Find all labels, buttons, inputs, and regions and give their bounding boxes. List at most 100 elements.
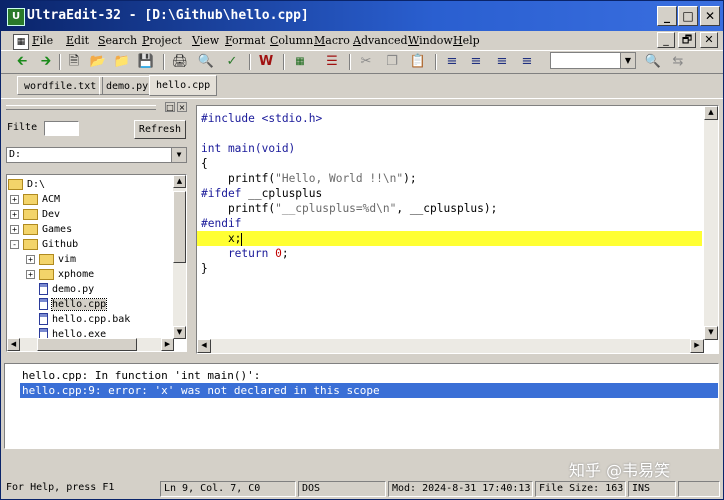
tree-folder[interactable]: - Github: [10, 237, 78, 252]
menu-column[interactable]: Column: [270, 34, 313, 47]
menu-help[interactable]: Help: [453, 34, 480, 47]
tree-file[interactable]: demo.py: [39, 282, 94, 297]
menu-edit[interactable]: Edit: [66, 34, 89, 47]
output-line-error[interactable]: hello.cpp:9: error: 'x' was not declared…: [20, 383, 718, 398]
replace-icon[interactable]: ⇆: [669, 53, 687, 71]
expand-icon[interactable]: +: [10, 224, 19, 234]
tab-wordfile[interactable]: wordfile.txt: [17, 76, 104, 95]
title-bar[interactable]: U UltraEdit-32 - [D:\Github\hello.cpp] _…: [1, 1, 723, 31]
editor-vertical-scrollbar[interactable]: ▲ ▼: [704, 106, 718, 340]
output-window[interactable]: hello.cpp: In function 'int main()': hel…: [4, 363, 719, 449]
tree-horizontal-scrollbar[interactable]: ◀ ▶: [7, 338, 174, 351]
document-icon[interactable]: ▦: [13, 34, 29, 50]
tree-folder[interactable]: + ACM: [10, 192, 60, 207]
find-icon[interactable]: 🔍: [644, 53, 662, 71]
drive-select[interactable]: D: ▼: [6, 147, 187, 163]
code-line[interactable]: #include <stdio.h>: [201, 111, 322, 126]
scroll-thumb[interactable]: [173, 191, 186, 263]
code-line[interactable]: }: [201, 261, 208, 276]
menu-file[interactable]: File: [32, 34, 53, 47]
folder-icon: [23, 193, 38, 205]
expand-icon[interactable]: +: [26, 269, 35, 279]
tree-folder[interactable]: + Games: [10, 222, 72, 237]
code-line[interactable]: #endif: [201, 216, 241, 231]
chevron-down-icon[interactable]: ▼: [620, 53, 635, 68]
expand-icon[interactable]: +: [10, 209, 19, 219]
justify-icon[interactable]: ≡: [518, 53, 536, 71]
search-combo[interactable]: ▼: [550, 52, 636, 69]
print-preview-icon[interactable]: 🔍: [197, 53, 215, 71]
paste-icon[interactable]: 📋: [409, 53, 427, 71]
code-line[interactable]: {: [201, 156, 208, 171]
code-token: x;: [201, 232, 242, 245]
open-file-icon[interactable]: 📁: [113, 53, 131, 71]
mdi-restore-button[interactable]: 🗗: [678, 32, 696, 48]
word-wrap-icon[interactable]: W: [257, 53, 275, 71]
code-line[interactable]: x;: [201, 231, 243, 246]
align-right-icon[interactable]: ≡: [493, 53, 511, 71]
editor-horizontal-scrollbar[interactable]: ◀ ▶: [197, 339, 704, 353]
code-line[interactable]: printf("Hello, World !!\n");: [201, 171, 417, 186]
panel-close-icon[interactable]: ×: [177, 102, 187, 112]
save-icon[interactable]: 💾: [137, 53, 155, 71]
arrow-forward-icon[interactable]: 🡲: [37, 53, 55, 71]
scroll-down-icon[interactable]: ▼: [173, 326, 186, 339]
scroll-left-icon[interactable]: ◀: [7, 338, 20, 351]
filter-input[interactable]: [44, 121, 79, 136]
code-line[interactable]: #ifdef __cplusplus: [201, 186, 322, 201]
scroll-left-icon[interactable]: ◀: [197, 339, 211, 353]
menu-advanced[interactable]: Advanced: [353, 34, 408, 47]
scroll-right-icon[interactable]: ▶: [161, 338, 174, 351]
expand-icon[interactable]: +: [26, 254, 35, 264]
tree-folder[interactable]: D:\: [8, 177, 45, 192]
tree-file[interactable]: hello.cpp.bak: [39, 312, 130, 327]
expand-icon[interactable]: +: [10, 194, 19, 204]
menu-window[interactable]: Window: [408, 34, 453, 47]
spell-check-icon[interactable]: ✓: [223, 53, 241, 71]
menu-view[interactable]: View: [192, 34, 219, 47]
tab-hello-cpp[interactable]: hello.cpp: [149, 75, 218, 96]
panel-pin-icon[interactable]: □: [165, 102, 175, 112]
scroll-right-icon[interactable]: ▶: [690, 339, 704, 353]
menu-search[interactable]: Search: [98, 34, 137, 47]
scroll-thumb[interactable]: [37, 338, 137, 351]
align-center-icon[interactable]: ≡: [467, 53, 485, 71]
ultraedit-app-icon[interactable]: U: [7, 8, 25, 26]
code-token: ;: [281, 247, 289, 260]
column-mode-icon[interactable]: ☰: [323, 53, 341, 71]
tree-vertical-scrollbar[interactable]: ▲ ▼: [173, 175, 186, 339]
tree-file[interactable]: hello.cpp: [39, 297, 108, 312]
new-file-icon[interactable]: 🗎: [65, 53, 83, 71]
menu-macro[interactable]: Macro: [314, 34, 350, 47]
menu-project[interactable]: Project: [142, 34, 182, 47]
print-icon[interactable]: 🖨: [171, 53, 189, 71]
scroll-up-icon[interactable]: ▲: [704, 106, 718, 120]
code-line[interactable]: printf("__cplusplus=%d\n", __cplusplus);: [201, 201, 497, 216]
tree-folder[interactable]: + vim: [26, 252, 76, 267]
tree-folder[interactable]: + xphome: [26, 267, 94, 282]
arrow-back-icon[interactable]: 🡰: [13, 53, 31, 71]
code-editor[interactable]: #include <stdio.h> int main(void) { printf…: [196, 105, 719, 354]
close-button[interactable]: ✕: [700, 6, 720, 26]
cut-icon[interactable]: ✂: [357, 53, 375, 71]
open-folder-icon[interactable]: 📂: [89, 53, 107, 71]
chevron-down-icon[interactable]: ▼: [171, 148, 186, 162]
scroll-up-icon[interactable]: ▲: [173, 175, 186, 188]
code-line[interactable]: return 0;: [201, 246, 289, 261]
output-line[interactable]: hello.cpp: In function 'int main()':: [20, 368, 718, 383]
collapse-icon[interactable]: -: [10, 239, 19, 249]
menu-format[interactable]: Format: [225, 34, 265, 47]
scroll-down-icon[interactable]: ▼: [704, 326, 718, 340]
copy-icon[interactable]: ❐: [383, 53, 401, 71]
align-left-icon[interactable]: ≡: [443, 53, 461, 71]
hex-mode-icon[interactable]: ▦: [291, 53, 309, 71]
tab-demo-py[interactable]: demo.py: [99, 76, 156, 95]
mdi-minimize-button[interactable]: _: [657, 32, 675, 48]
maximize-button[interactable]: □: [678, 6, 698, 26]
minimize-button[interactable]: _: [657, 6, 677, 26]
tree-folder[interactable]: + Dev: [10, 207, 60, 222]
panel-grip[interactable]: [6, 105, 156, 110]
refresh-button[interactable]: Refresh: [134, 120, 186, 139]
code-line[interactable]: int main(void): [201, 141, 295, 156]
mdi-close-button[interactable]: ✕: [700, 32, 718, 48]
